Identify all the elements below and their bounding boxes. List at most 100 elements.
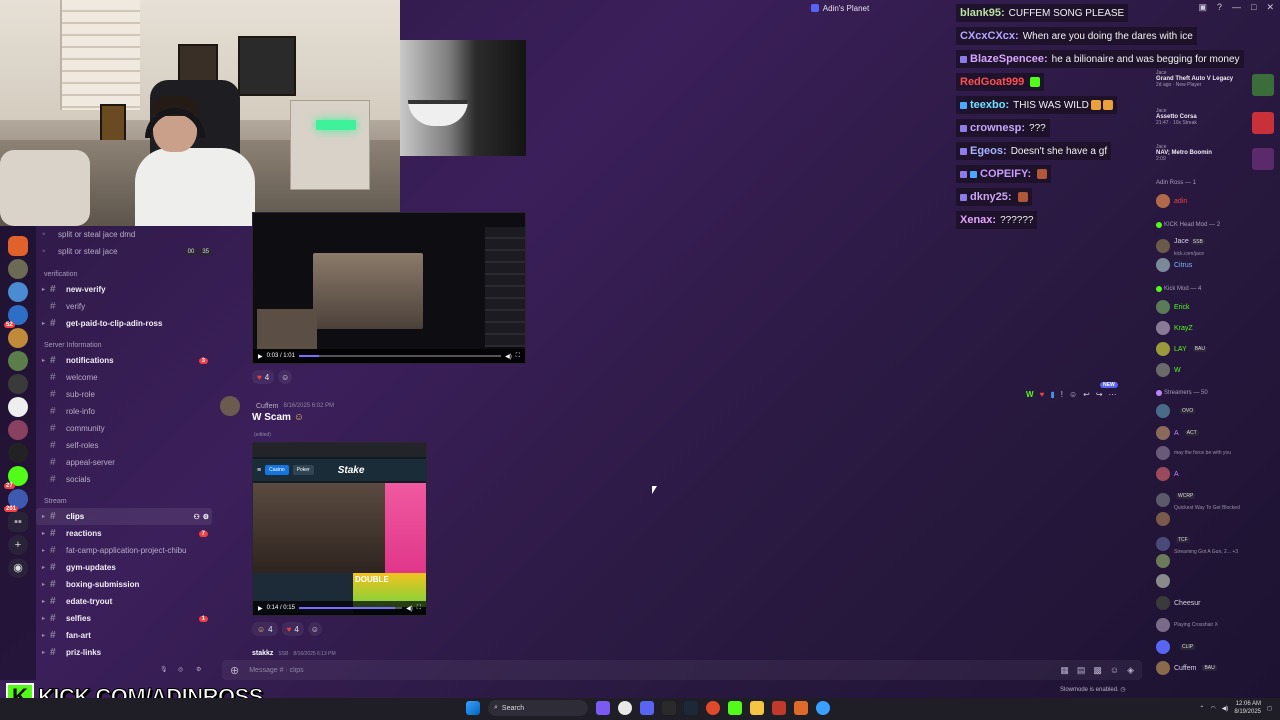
channel-sub-role[interactable]: # sub-role (36, 386, 212, 403)
attach-plus-icon[interactable]: ⊕ (230, 664, 239, 677)
folder-icon[interactable]: ▪▪ (8, 512, 28, 532)
server-icon[interactable]: 52 (4, 305, 28, 328)
add-reaction-icon[interactable]: ☺ (307, 622, 322, 636)
member-item[interactable] (1156, 512, 1274, 526)
steam-icon[interactable] (684, 701, 698, 715)
member-item[interactable]: CLIP (1156, 640, 1274, 654)
video-progress[interactable] (298, 607, 403, 609)
channel-self-roles[interactable]: # self-roles (36, 437, 212, 454)
react-heart-icon[interactable]: ♥ (1040, 390, 1045, 399)
emoji-picker-icon[interactable]: ☺ (1110, 665, 1119, 676)
message-input[interactable] (249, 666, 1061, 674)
app-icon[interactable] (662, 701, 676, 715)
taskbar-search[interactable]: ⌕ Search (488, 700, 588, 716)
channel-split-or-steal[interactable]: ◦ split or steal jace 00 35 (36, 243, 212, 260)
message-author[interactable]: Cuffem (256, 403, 278, 410)
apps-icon[interactable]: ◈ (1127, 665, 1134, 676)
react-emoji-icon[interactable]: ▮ (1050, 390, 1054, 399)
channel-new-verify[interactable]: ▸ # new-verify (36, 281, 212, 298)
activity-card[interactable]: Jace Grand Theft Auto V Legacy 2d ago · … (1156, 70, 1274, 102)
volume-icon[interactable]: ◀) (505, 353, 512, 360)
sticker-icon[interactable]: ▩ (1093, 665, 1102, 676)
channel-reactions[interactable]: ▸ # reactions 7 (36, 525, 212, 542)
chrome-icon[interactable] (618, 701, 632, 715)
member-item[interactable]: Cheesur (1156, 596, 1274, 610)
channel-priz-links[interactable]: ▸ # priz-links (36, 644, 212, 661)
server-icon[interactable] (8, 236, 28, 256)
copilot-icon[interactable] (596, 701, 610, 715)
react-fire-icon[interactable]: ! (1061, 390, 1063, 399)
posted-image[interactable] (400, 40, 526, 156)
member-item[interactable]: adin (1156, 194, 1274, 208)
channel-role-info[interactable]: # role-info (36, 403, 212, 420)
invite-icon[interactable]: ⚇ (193, 513, 199, 521)
channel-get-paid[interactable]: ▸ # get-paid-to-clip-adin-ross (36, 315, 212, 332)
member-item[interactable]: Jace SSB kick.com/jace (1156, 234, 1274, 258)
member-item[interactable]: Citrus (1156, 258, 1274, 272)
add-reaction-icon[interactable]: ☺ (1069, 390, 1077, 399)
app-icon[interactable] (772, 701, 786, 715)
add-reaction-icon[interactable]: ☺ (278, 370, 293, 384)
channel-notifications[interactable]: ▸ # notifications 3 (36, 352, 212, 369)
channel-gym-updates[interactable]: ▸ # gym-updates (36, 559, 212, 576)
reaction[interactable]: ♥ 4 (252, 370, 275, 384)
add-server-icon[interactable]: + (8, 535, 28, 555)
mic-icon[interactable]: 🎙 (160, 666, 168, 673)
maximize-icon[interactable]: □ (1251, 2, 1256, 13)
member-item[interactable]: A (1156, 467, 1274, 481)
channel-community[interactable]: # community (36, 420, 212, 437)
member-item[interactable]: Erick (1156, 300, 1274, 314)
app-icon[interactable] (816, 701, 830, 715)
member-item[interactable]: LAY BAU (1156, 342, 1274, 356)
channel-boxing-submission[interactable]: ▸ # boxing-submission (36, 576, 212, 593)
channel-welcome[interactable]: # welcome (36, 369, 212, 386)
settings-gear-icon[interactable]: ⚙ (203, 513, 209, 521)
volume-icon[interactable]: ◀) (406, 605, 413, 612)
tray-chevron-icon[interactable]: ⌃ (1199, 705, 1204, 712)
clock[interactable]: 12:06 AM 8/19/2025 (1234, 700, 1261, 716)
video-embed[interactable]: ≡ Casino Poker Stake DOUBLE ▶ 0:14 / 0:1… (252, 442, 427, 616)
member-item[interactable]: Playing Crosshair X (1156, 618, 1274, 632)
member-item[interactable]: WCRP Quickest Way To Get Blocked (1156, 488, 1274, 512)
fullscreen-icon[interactable]: ⛶ (516, 353, 520, 360)
channel-socials[interactable]: # socials (36, 471, 212, 488)
category-verification[interactable]: verification (44, 271, 77, 278)
play-icon[interactable]: ▶ (258, 353, 263, 360)
video-embed[interactable]: ▶ 0:03 / 1:01 ◀) ⛶ (252, 212, 526, 364)
category-stream[interactable]: Stream (44, 498, 67, 505)
reply-icon[interactable]: ↩ (1083, 390, 1090, 399)
server-icon[interactable] (8, 374, 28, 394)
server-icon[interactable] (8, 282, 28, 302)
video-progress[interactable] (298, 355, 502, 357)
channel-fat-camp[interactable]: ▸ # fat-camp-application-project-chibu (36, 542, 212, 559)
app-icon[interactable] (794, 701, 808, 715)
member-item[interactable]: Cuffem BAU (1156, 661, 1274, 675)
channel-split-or-steal-dmd[interactable]: ◦ split or steal jace dmd (36, 226, 212, 243)
member-item[interactable]: A ACT (1156, 426, 1274, 440)
fullscreen-icon[interactable]: ⛶ (417, 605, 421, 612)
channel-edate-tryout[interactable]: ▸ # edate-tryout (36, 593, 212, 610)
member-item[interactable]: may the force be with you (1156, 446, 1274, 460)
discord-icon[interactable] (640, 701, 654, 715)
forward-icon[interactable]: ↪ (1096, 390, 1103, 399)
wifi-icon[interactable]: ◠ (1210, 705, 1215, 712)
windows-start-icon[interactable] (466, 701, 480, 715)
channel-verify[interactable]: # verify (36, 298, 212, 315)
volume-icon[interactable]: ◀) (1222, 705, 1229, 712)
explore-icon[interactable]: ◉ (8, 558, 28, 578)
folder-icon[interactable] (750, 701, 764, 715)
activity-card[interactable]: Jace NAV; Metro Boomin 2:09 (1156, 144, 1274, 176)
avatar[interactable] (220, 396, 240, 416)
user-settings-icon[interactable]: ⚙ (196, 666, 201, 673)
more-icon[interactable]: ⋯ (1109, 390, 1117, 399)
close-icon[interactable]: ✕ (1266, 2, 1274, 13)
channel-appeal-server[interactable]: # appeal-server (36, 454, 212, 471)
help-icon[interactable]: ? (1217, 2, 1222, 13)
server-icon[interactable]: 27 (4, 466, 28, 489)
kick-app-icon[interactable] (728, 701, 742, 715)
message-author[interactable]: stakkz (252, 650, 273, 657)
activity-card[interactable]: Jace Assetto Corsa 21:47 · 10x Streak (1156, 108, 1274, 140)
inbox-icon[interactable]: ▣ (1198, 2, 1207, 13)
brave-icon[interactable] (706, 701, 720, 715)
channel-clips[interactable]: ▸ # clips ⚇ ⚙ (36, 508, 212, 525)
